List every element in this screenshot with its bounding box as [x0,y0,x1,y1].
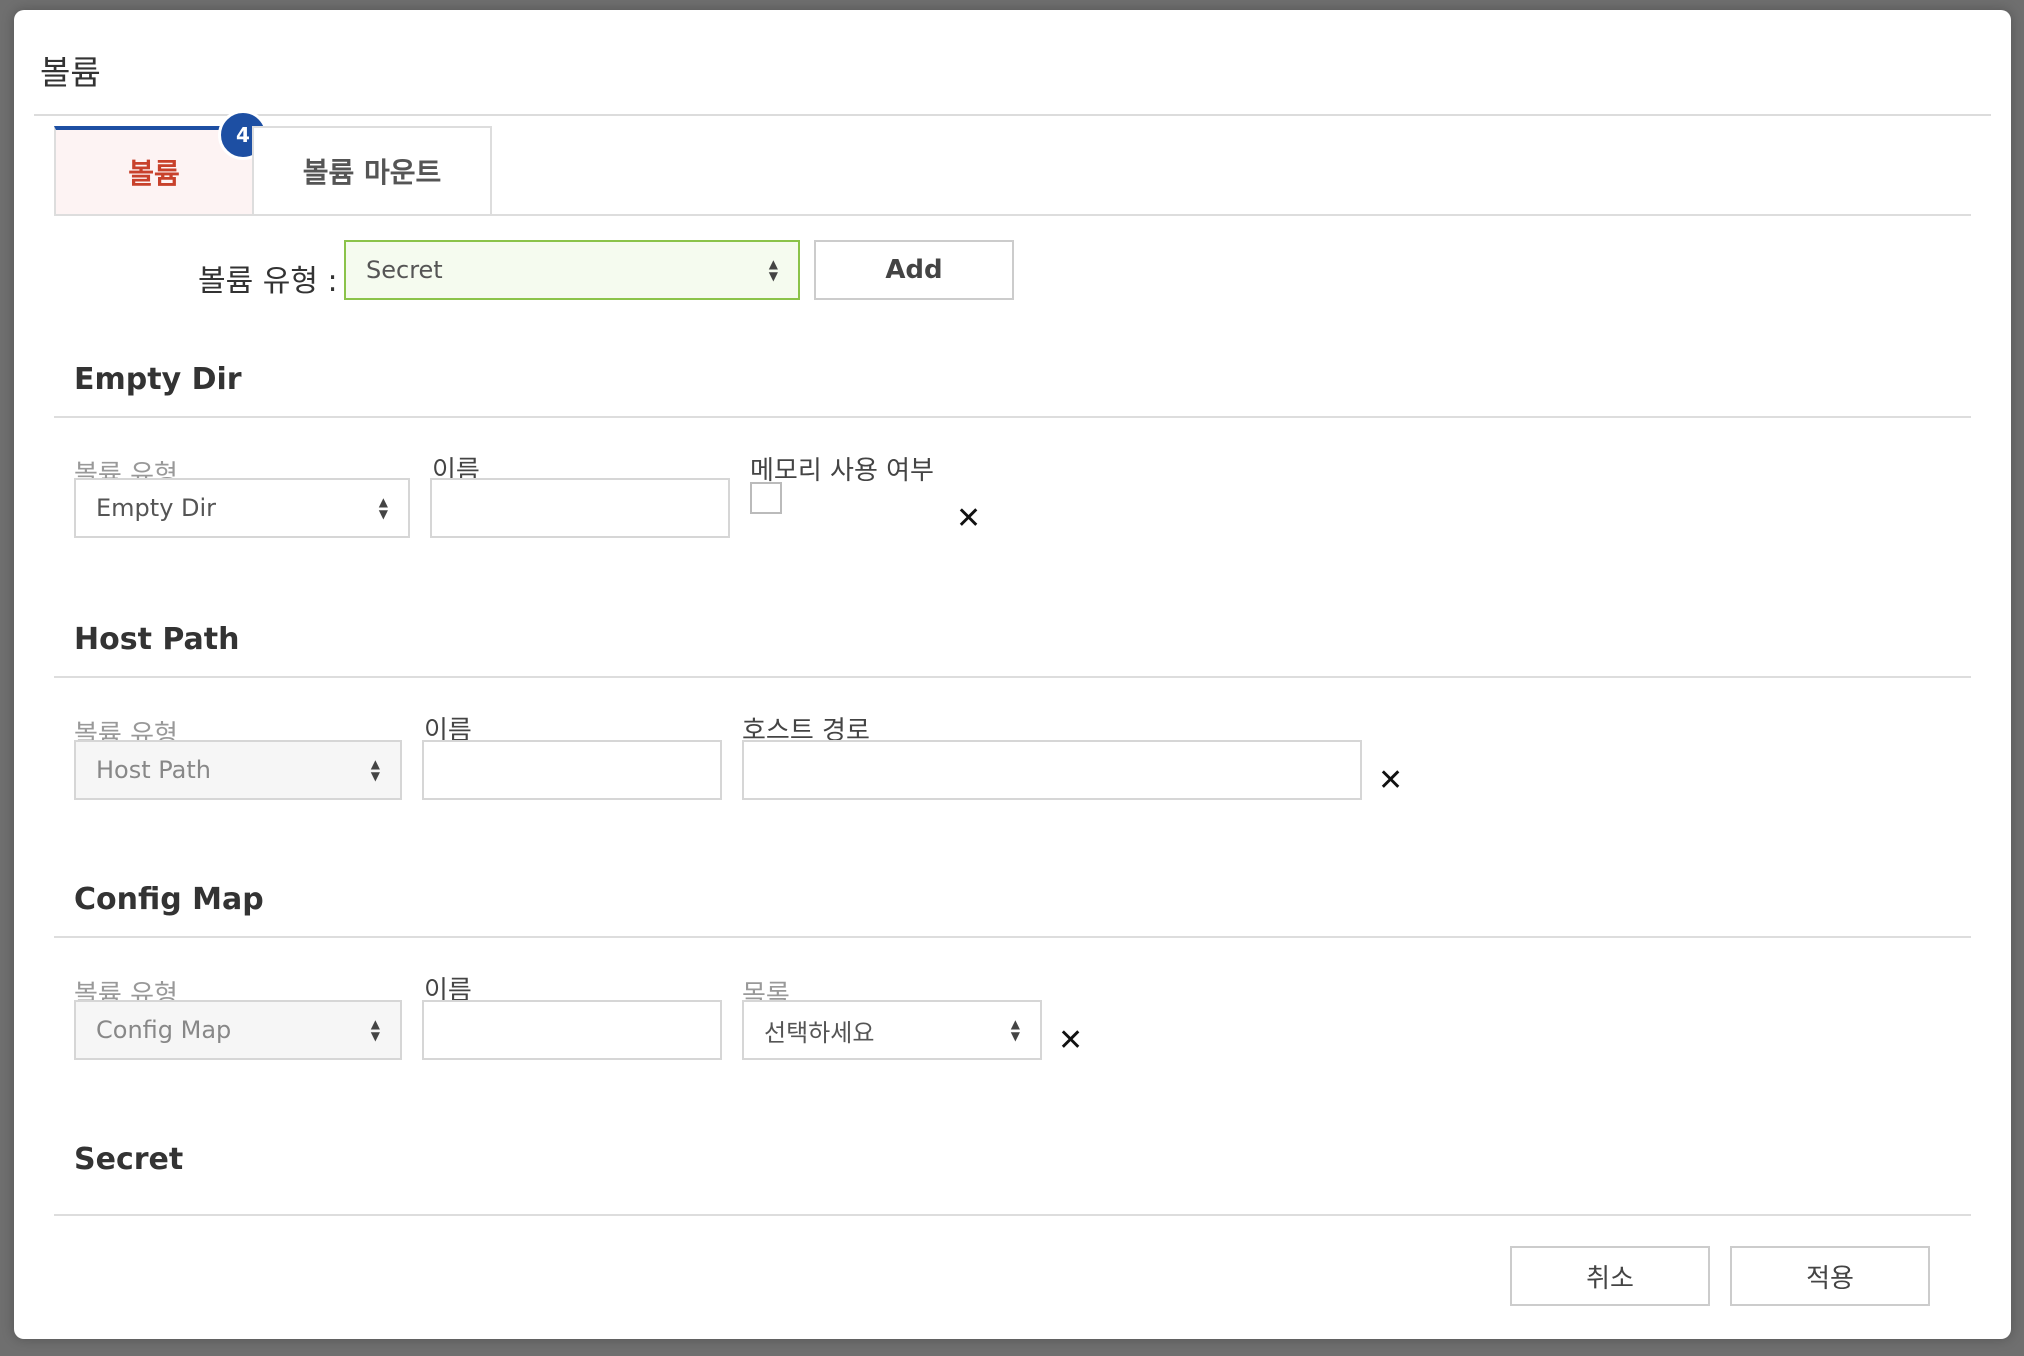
close-icon[interactable]: ✕ [1058,1026,1083,1056]
volume-modal: 볼륨 볼륨 4 볼륨 마운트 볼륨 유형 : Secret ▲ ▼ Add Emp… [14,10,2011,1339]
close-icon[interactable]: ✕ [956,504,981,534]
empty-dir-divider [54,416,1971,418]
apply-button[interactable]: 적용 [1730,1246,1930,1306]
config-map-type-select: Config Map ▲ ▼ [74,1000,402,1060]
volume-type-label: 볼륨 유형 : [198,264,338,299]
title-divider [34,114,1991,116]
footer-divider [54,1214,1971,1216]
empty-dir-title: Empty Dir [74,362,242,397]
secret-title: Secret [74,1142,184,1177]
cancel-button[interactable]: 취소 [1510,1246,1710,1306]
config-map-type-value: Config Map [96,1016,232,1044]
host-path-path-input[interactable] [742,740,1362,800]
host-path-name-input[interactable] [422,740,722,800]
config-map-list-select[interactable]: 선택하세요 ▲ ▼ [742,1000,1042,1060]
host-path-type-select: Host Path ▲ ▼ [74,740,402,800]
updown-arrows-icon: ▲ ▼ [370,757,380,783]
updown-arrows-icon: ▲ ▼ [370,1017,380,1043]
tab-volume-label: 볼륨 [128,157,180,190]
empty-dir-name-input[interactable] [430,478,730,538]
modal-title: 볼륨 [40,53,101,92]
close-icon[interactable]: ✕ [1378,766,1403,796]
empty-dir-type-select[interactable]: Empty Dir ▲ ▼ [74,478,410,538]
host-path-type-value: Host Path [96,756,211,784]
volume-type-select-value: Secret [366,256,443,284]
config-map-list-placeholder: 선택하세요 [764,1018,875,1047]
tab-volume-mount-label: 볼륨 마운트 [302,156,442,189]
host-path-divider [54,676,1971,678]
empty-dir-type-value: Empty Dir [96,494,217,522]
memory-usage-checkbox[interactable] [750,482,782,514]
config-map-divider [54,936,1971,938]
host-path-title: Host Path [74,622,240,657]
updown-arrows-icon: ▲ ▼ [1010,1017,1020,1043]
updown-arrows-icon: ▲ ▼ [378,495,388,521]
volume-type-select[interactable]: Secret ▲ ▼ [344,240,800,300]
tab-volume-mount[interactable]: 볼륨 마운트 [252,126,492,214]
config-map-name-input[interactable] [422,1000,722,1060]
add-button[interactable]: Add [814,240,1014,300]
updown-arrows-icon: ▲ ▼ [768,257,778,283]
tab-divider [54,214,1971,216]
config-map-title: Config Map [74,882,264,917]
